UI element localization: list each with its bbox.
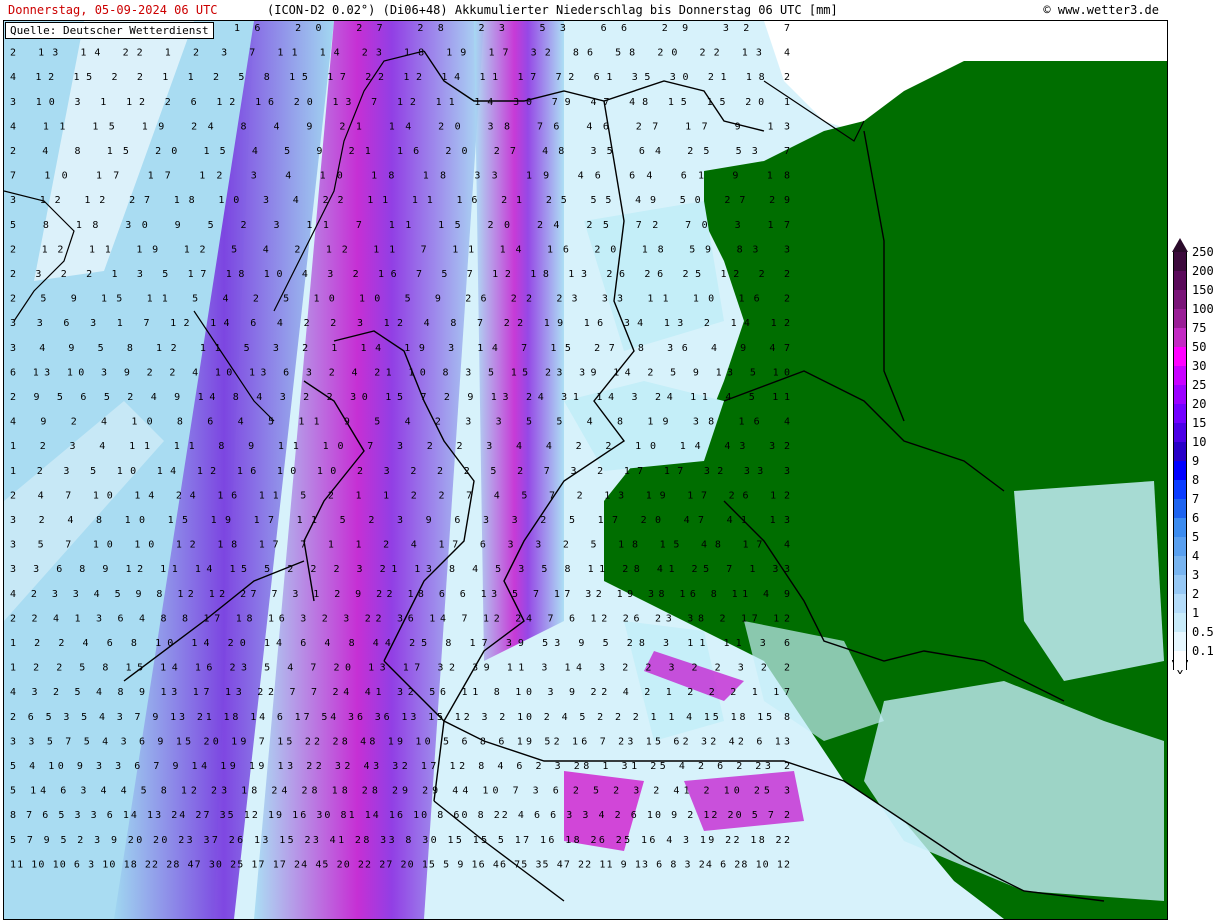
- legend-level-label: 0.5: [1192, 625, 1214, 639]
- legend-swatch: [1173, 290, 1187, 309]
- model-description: (ICON-D2 0.02°) (Di06+48) Akkumulierter …: [267, 3, 838, 17]
- legend-level-label: 50: [1192, 340, 1207, 354]
- map-value-row: 3 10 3 1 12 2 6 12 16 20 13 7 12 11 14 3…: [10, 97, 790, 108]
- legend-swatch: [1173, 252, 1187, 271]
- legend-swatch: [1173, 461, 1187, 480]
- legend-level-label: 1: [1192, 606, 1200, 620]
- legend-swatch: [1173, 309, 1187, 328]
- map-value-row: 8 7 6 5 3 3 6 14 13 24 27 35 12 19 16 30…: [10, 810, 790, 821]
- legend-swatch: [1173, 385, 1187, 404]
- legend-swatch: [1173, 556, 1187, 575]
- legend-swatch: [1173, 328, 1187, 347]
- legend-swatch: [1173, 480, 1187, 499]
- source-label: Quelle: Deutscher Wetterdienst: [5, 22, 214, 39]
- legend-level-label: 20: [1192, 397, 1207, 411]
- legend-swatch: [1173, 347, 1187, 366]
- legend-level-label: 25: [1192, 378, 1207, 392]
- legend-level-label: 0.1: [1192, 644, 1214, 658]
- map-canvas: 2 1 3 7 12 16 20 27 28 23 53 66 29 32 72…: [4, 21, 1167, 919]
- legend-level-label: 6: [1192, 511, 1200, 525]
- legend-level-label: 4: [1192, 549, 1200, 563]
- legend-level-label: 200: [1192, 264, 1214, 278]
- legend-swatch: [1173, 575, 1187, 594]
- legend-level-label: 250: [1192, 245, 1214, 259]
- map-value-row: 2 4 8 15 20 15 4 5 9 21 16 20 27 48 35 6…: [10, 146, 790, 157]
- legend-swatch: [1173, 594, 1187, 613]
- legend-level-label: 150: [1192, 283, 1214, 297]
- legend-swatch: [1173, 651, 1187, 670]
- map-value-row: 3 2 4 8 10 15 19 17 11 5 2 3 9 6 3 3 2 5…: [10, 515, 790, 526]
- legend-level-label: 9: [1192, 454, 1200, 468]
- legend-swatch: [1173, 518, 1187, 537]
- legend-level-label: 75: [1192, 321, 1207, 335]
- legend-swatch: [1173, 442, 1187, 461]
- legend-swatch: [1173, 423, 1187, 442]
- legend-level-label: 8: [1192, 473, 1200, 487]
- legend-level-label: 5: [1192, 530, 1200, 544]
- map-header: Donnerstag, 05-09-2024 06 UTC (ICON-D2 0…: [0, 0, 1229, 20]
- legend-swatch: [1173, 632, 1187, 651]
- map-value-row: 11 10 10 6 3 10 18 22 28 47 30 25 17 17 …: [10, 859, 790, 870]
- legend-swatch: [1173, 613, 1187, 632]
- copyright-label: © www.wetter3.de: [1043, 3, 1159, 17]
- legend-swatch: [1173, 404, 1187, 423]
- legend-level-label: 7: [1192, 492, 1200, 506]
- legend-level-label: 2: [1192, 587, 1200, 601]
- map-value-row: 4 2 3 3 4 5 9 8 12 12 27 7 3 1 2 9 22 18…: [10, 589, 790, 600]
- legend-swatch: [1173, 499, 1187, 518]
- legend-swatch: [1173, 537, 1187, 556]
- legend-level-label: 100: [1192, 302, 1214, 316]
- map-value-row: 6 13 10 3 9 2 2 4 10 13 6 3 2 4 21 10 8 …: [10, 367, 790, 378]
- legend-swatch: [1173, 271, 1187, 290]
- forecast-date: Donnerstag, 05-09-2024 06 UTC: [8, 3, 218, 17]
- legend-swatch: [1173, 366, 1187, 385]
- legend-top-arrow-icon: [1172, 238, 1188, 252]
- legend-level-label: 30: [1192, 359, 1207, 373]
- precipitation-legend: 250 200 150 100 75 50 30 25 20 15 10 9 8 7 6 5 4 3 2 1 0.5 0.…: [1172, 238, 1229, 678]
- legend-level-label: 15: [1192, 416, 1207, 430]
- legend-level-label: 10: [1192, 435, 1207, 449]
- precipitation-map[interactable]: 2 1 3 7 12 16 20 27 28 23 53 66 29 32 72…: [3, 20, 1168, 920]
- legend-level-label: 3: [1192, 568, 1200, 582]
